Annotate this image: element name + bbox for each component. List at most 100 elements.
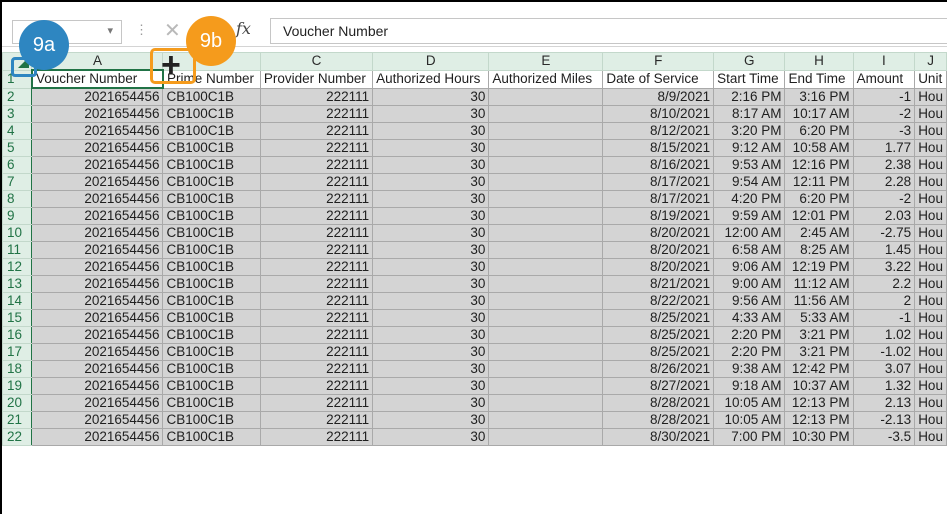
formula-bar-grip[interactable]: ⋮: [135, 22, 148, 38]
cell[interactable]: 2021654456: [31, 122, 164, 140]
cell[interactable]: 30: [372, 87, 490, 106]
cell[interactable]: 4:33 AM: [713, 309, 786, 327]
cell[interactable]: 222111: [259, 292, 374, 310]
cell[interactable]: 222111: [259, 139, 374, 157]
cell[interactable]: 10:37 AM: [784, 377, 854, 395]
row-header[interactable]: 21: [2, 411, 33, 429]
cell[interactable]: 3.22: [852, 258, 916, 276]
row-header[interactable]: 11: [2, 241, 33, 259]
cell[interactable]: 4:20 PM: [713, 190, 786, 208]
cell[interactable]: 10:30 PM: [784, 428, 854, 446]
cell[interactable]: Hou: [914, 87, 947, 106]
header-cell[interactable]: Amount: [852, 69, 916, 89]
cell[interactable]: 2:45 AM: [784, 224, 854, 242]
cell[interactable]: 8/19/2021: [602, 207, 715, 225]
cell[interactable]: CB100C1B: [162, 428, 261, 446]
cell[interactable]: -3: [852, 122, 916, 140]
row-header[interactable]: 8: [2, 190, 33, 208]
cell[interactable]: -1.02: [852, 343, 916, 361]
cell[interactable]: 12:11 PM: [784, 173, 854, 191]
cell[interactable]: 30: [372, 377, 490, 395]
cell[interactable]: 2021654456: [31, 343, 164, 361]
cell[interactable]: CB100C1B: [162, 241, 261, 259]
cell[interactable]: 12:42 PM: [784, 360, 854, 378]
row-header[interactable]: 9: [2, 207, 33, 225]
cell[interactable]: CB100C1B: [162, 394, 261, 412]
cell[interactable]: 2021654456: [31, 275, 164, 293]
cell[interactable]: 2:16 PM: [713, 87, 786, 106]
cell[interactable]: 30: [372, 343, 490, 361]
cell[interactable]: CB100C1B: [162, 275, 261, 293]
header-cell[interactable]: Start Time: [713, 69, 786, 89]
header-cell[interactable]: Date of Service: [602, 69, 715, 89]
cell[interactable]: 222111: [259, 394, 374, 412]
cell[interactable]: 222111: [259, 309, 374, 327]
cell[interactable]: 1.02: [852, 326, 916, 344]
cell[interactable]: [488, 360, 604, 378]
cell[interactable]: 222111: [259, 326, 374, 344]
cell[interactable]: 30: [372, 122, 490, 140]
cell[interactable]: 30: [372, 394, 490, 412]
cell[interactable]: 222111: [259, 258, 374, 276]
cell[interactable]: 2021654456: [31, 105, 164, 123]
cell[interactable]: 2.38: [852, 156, 916, 174]
cell[interactable]: 10:58 AM: [784, 139, 854, 157]
cell[interactable]: [488, 377, 604, 395]
cell[interactable]: [488, 241, 604, 259]
cell[interactable]: 1.32: [852, 377, 916, 395]
cell[interactable]: Hou: [914, 122, 947, 140]
cell[interactable]: 1.45: [852, 241, 916, 259]
cell[interactable]: 12:01 PM: [784, 207, 854, 225]
cell[interactable]: Hou: [914, 394, 947, 412]
cell[interactable]: 1.77: [852, 139, 916, 157]
cell[interactable]: 30: [372, 241, 490, 259]
cell[interactable]: 3:16 PM: [784, 87, 854, 106]
cell[interactable]: [488, 258, 604, 276]
cell[interactable]: Hou: [914, 207, 947, 225]
cell[interactable]: 30: [372, 309, 490, 327]
cell[interactable]: [488, 326, 604, 344]
cell[interactable]: CB100C1B: [162, 360, 261, 378]
cell[interactable]: 222111: [259, 105, 374, 123]
cell[interactable]: 3:20 PM: [713, 122, 786, 140]
cell[interactable]: CB100C1B: [162, 224, 261, 242]
cell[interactable]: [488, 87, 604, 106]
column-header[interactable]: G: [713, 52, 786, 71]
cell[interactable]: 8/15/2021: [602, 139, 715, 157]
cell[interactable]: -2.13: [852, 411, 916, 429]
row-header[interactable]: 15: [2, 309, 33, 327]
cell[interactable]: CB100C1B: [162, 309, 261, 327]
cell[interactable]: 30: [372, 190, 490, 208]
cell[interactable]: 30: [372, 139, 490, 157]
cell[interactable]: 8/25/2021: [602, 326, 715, 344]
cell[interactable]: [488, 428, 604, 446]
cell[interactable]: Hou: [914, 428, 947, 446]
cell[interactable]: 30: [372, 105, 490, 123]
column-header[interactable]: I: [852, 52, 916, 71]
cell[interactable]: 30: [372, 326, 490, 344]
cell[interactable]: CB100C1B: [162, 207, 261, 225]
column-header[interactable]: D: [372, 52, 490, 71]
cell[interactable]: 8/20/2021: [602, 241, 715, 259]
cell[interactable]: 8:17 AM: [713, 105, 786, 123]
cell[interactable]: 8/20/2021: [602, 258, 715, 276]
formula-input[interactable]: Voucher Number: [270, 18, 947, 44]
cell[interactable]: 3:21 PM: [784, 343, 854, 361]
cell[interactable]: [488, 139, 604, 157]
cell[interactable]: 8/9/2021: [602, 87, 715, 106]
cell[interactable]: CB100C1B: [162, 190, 261, 208]
cell[interactable]: 12:13 PM: [784, 394, 854, 412]
cell[interactable]: 2021654456: [31, 156, 164, 174]
row-header[interactable]: 19: [2, 377, 33, 395]
cell[interactable]: Hou: [914, 275, 947, 293]
cell[interactable]: 11:12 AM: [784, 275, 854, 293]
cell[interactable]: 6:20 PM: [784, 190, 854, 208]
cell[interactable]: 2.2: [852, 275, 916, 293]
cell[interactable]: -3.5: [852, 428, 916, 446]
cell[interactable]: [488, 190, 604, 208]
cell[interactable]: Hou: [914, 241, 947, 259]
row-header[interactable]: 13: [2, 275, 33, 293]
cell[interactable]: Hou: [914, 139, 947, 157]
cell[interactable]: 8/20/2021: [602, 224, 715, 242]
cell[interactable]: 8/21/2021: [602, 275, 715, 293]
